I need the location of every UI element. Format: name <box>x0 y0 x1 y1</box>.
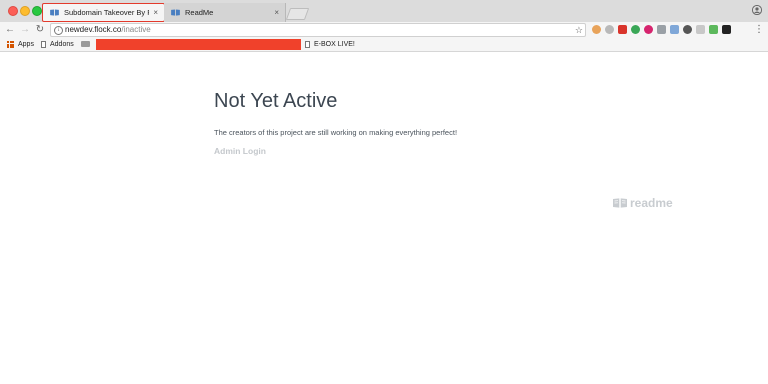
document-icon <box>41 41 46 48</box>
extension-icon[interactable] <box>631 25 640 34</box>
book-icon <box>50 9 59 16</box>
close-tab-icon[interactable]: × <box>274 8 279 17</box>
browser-window: Subdomain Takeover By Prial × ReadMe × ←… <box>0 0 768 384</box>
extension-icon[interactable] <box>696 25 705 34</box>
profile-icon[interactable] <box>752 5 762 15</box>
toolbar: ← → ↻ i newdev.flock.co/inactive ☆ ⋮ <box>0 22 768 38</box>
close-window-button[interactable] <box>8 6 18 16</box>
tab-strip: Subdomain Takeover By Prial × ReadMe × <box>0 0 768 23</box>
menu-icon[interactable]: ⋮ <box>754 24 764 35</box>
extension-icon[interactable] <box>605 25 614 34</box>
page-message: The creators of this project are still w… <box>214 128 458 137</box>
url-host: newdev.flock.co <box>65 25 122 34</box>
apps-grid-icon <box>7 41 14 48</box>
tab-title: Subdomain Takeover By Prial <box>64 8 149 17</box>
back-arrow-icon[interactable]: ← <box>4 24 16 36</box>
redacted-bookmarks <box>96 39 301 50</box>
tab-subdomain-takeover[interactable]: Subdomain Takeover By Prial × <box>42 3 165 22</box>
bookmark-ebox[interactable]: E-BOX LIVE! <box>305 40 355 49</box>
bookmark-apps[interactable]: Apps <box>7 40 34 49</box>
extension-icon[interactable] <box>722 25 731 34</box>
extension-icon[interactable] <box>670 25 679 34</box>
extension-icon[interactable] <box>644 25 653 34</box>
tab-readme[interactable]: ReadMe × <box>164 3 286 22</box>
page-title: Not Yet Active <box>214 90 338 112</box>
admin-login-link[interactable]: Admin Login <box>214 146 266 156</box>
zoom-window-button[interactable] <box>32 6 42 16</box>
forward-arrow-icon[interactable]: → <box>19 24 31 36</box>
document-icon <box>305 41 310 48</box>
extension-icon[interactable] <box>592 25 601 34</box>
reload-icon[interactable]: ↻ <box>34 24 46 36</box>
extension-icon[interactable] <box>657 25 666 34</box>
url-path: /inactive <box>121 25 151 34</box>
extension-icon[interactable] <box>618 25 627 34</box>
new-tab-button[interactable] <box>285 8 310 20</box>
bookmark-label: Apps <box>18 41 34 48</box>
bookmarks-bar: Apps Addons E-BOX LIVE! <box>0 38 768 52</box>
bookmark-label: Addons <box>50 41 74 48</box>
book-icon <box>613 198 627 208</box>
readme-brand-text: readme <box>630 196 673 210</box>
bookmark-addons[interactable]: Addons <box>41 40 74 49</box>
readme-logo[interactable]: readme <box>613 196 673 210</box>
address-bar[interactable]: i newdev.flock.co/inactive ☆ <box>50 23 586 37</box>
bookmark-star-icon[interactable]: ☆ <box>575 24 583 36</box>
book-icon <box>171 9 180 16</box>
info-icon[interactable]: i <box>54 26 63 35</box>
extension-icon[interactable] <box>683 25 692 34</box>
extension-icons <box>592 25 731 35</box>
close-tab-icon[interactable]: × <box>153 8 158 17</box>
extension-icon[interactable] <box>709 25 718 34</box>
folder-icon[interactable] <box>81 41 90 47</box>
minimize-window-button[interactable] <box>20 6 30 16</box>
page-content: Not Yet Active The creators of this proj… <box>0 52 768 384</box>
bookmark-label: E-BOX LIVE! <box>314 41 355 48</box>
tab-title: ReadMe <box>185 8 214 17</box>
